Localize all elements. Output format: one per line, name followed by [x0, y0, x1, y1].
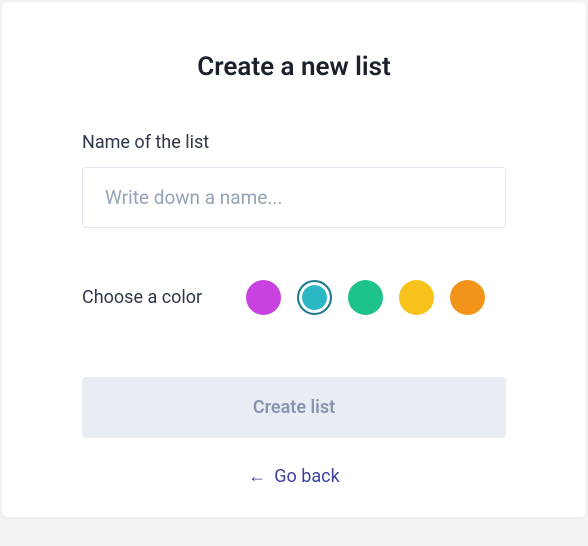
name-field-label: Name of the list	[82, 132, 506, 153]
go-back-label: Go back	[274, 466, 339, 487]
color-swatch-1[interactable]	[297, 280, 332, 315]
create-list-button[interactable]: Create list	[82, 377, 506, 438]
color-swatch-container	[246, 280, 485, 315]
create-list-modal: Create a new list Name of the list Choos…	[2, 2, 586, 517]
color-field-label: Choose a color	[82, 287, 202, 308]
color-swatch-0[interactable]	[246, 280, 281, 315]
go-back-link[interactable]: ← Go back	[82, 466, 506, 487]
color-swatch-2[interactable]	[348, 280, 383, 315]
arrow-left-icon: ←	[248, 466, 266, 487]
modal-title: Create a new list	[82, 52, 506, 82]
color-picker-row: Choose a color	[82, 280, 506, 315]
list-name-input[interactable]	[82, 167, 506, 228]
color-swatch-3[interactable]	[399, 280, 434, 315]
color-swatch-4[interactable]	[450, 280, 485, 315]
